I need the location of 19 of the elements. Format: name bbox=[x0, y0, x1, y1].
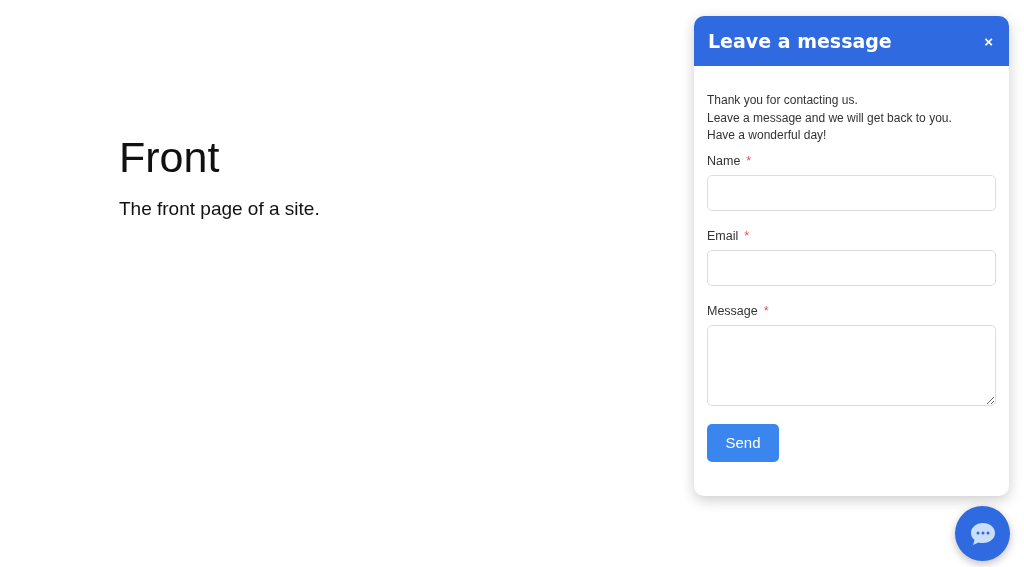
close-button[interactable]: × bbox=[980, 32, 997, 50]
required-mark: * bbox=[744, 228, 750, 243]
page-title: Front bbox=[119, 133, 220, 182]
input-field[interactable] bbox=[707, 249, 996, 286]
send-button[interactable]: Send bbox=[707, 423, 779, 462]
input-field[interactable] bbox=[707, 174, 996, 211]
required-mark: * bbox=[746, 153, 752, 168]
intro-text: Leave a message and we will get back to you. bbox=[707, 109, 952, 127]
page-subtitle: The front page of a site. bbox=[119, 198, 320, 220]
panel-title: Leave a message bbox=[708, 30, 892, 52]
chat-launcher-button[interactable] bbox=[955, 506, 1010, 561]
field-label: Email bbox=[707, 228, 739, 243]
message-field[interactable] bbox=[707, 324, 996, 406]
field-label: Name bbox=[707, 153, 741, 168]
chat-bubble-icon bbox=[968, 520, 997, 547]
field-label: Message bbox=[707, 303, 758, 318]
intro-text: Thank you for contacting us. bbox=[707, 92, 858, 109]
required-mark: * bbox=[763, 303, 769, 318]
intro-text: Have a wonderful day! bbox=[707, 127, 827, 144]
